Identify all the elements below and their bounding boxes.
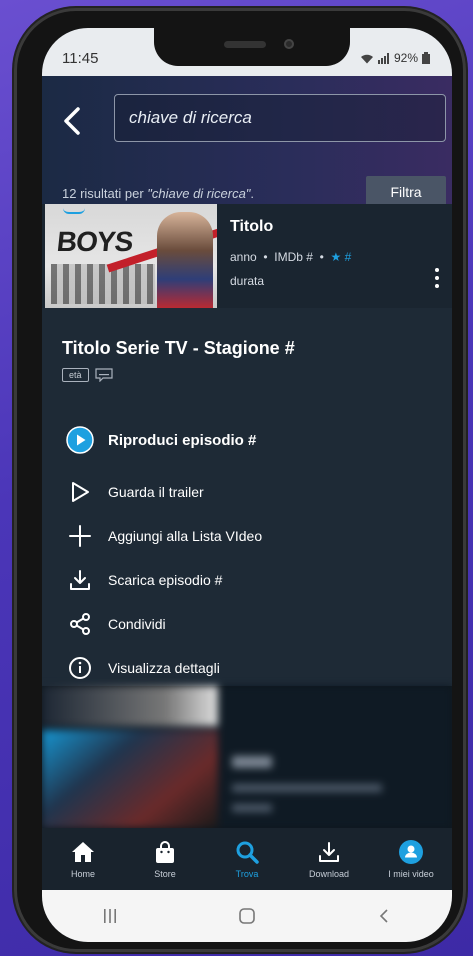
results-suffix: . [250,186,255,201]
back-chevron-icon [379,909,388,923]
tab-home-label: Home [70,869,95,879]
series-title: Titolo Serie TV - Stagione # [62,338,295,358]
share-icon [66,610,94,638]
view-details-button[interactable]: Visualizza dettagli [66,654,220,682]
play-circle-icon [66,426,94,454]
view-details-label: Visualizza dettagli [108,660,220,676]
tab-store[interactable]: Store [124,828,206,890]
download-episode-button[interactable]: Scarica episodio # [66,566,222,594]
thumbnail-logo-text: BOYS [55,226,135,257]
prime-smile-icon [63,208,85,214]
blurred-result-card [42,686,452,828]
meta-dot: • [316,250,328,264]
thumbnail-hero-figure [157,212,213,308]
share-button[interactable]: Condividi [66,610,166,638]
tab-download[interactable]: Download [288,828,370,890]
front-camera [284,39,294,49]
download-icon [66,566,94,594]
battery-percent: 92% [393,51,418,65]
results-count-text: 12 risultati per [62,186,148,201]
tab-home[interactable]: Home [42,828,124,890]
blurred-meta [232,784,382,792]
result-card[interactable]: BOYS Titolo anno • IMDb # • ★ # durata [42,204,452,308]
results-summary: 12 risultati per "chiave di ricerca". [62,186,254,201]
subtitles-icon [94,368,113,382]
results-query-text: "chiave di ricerca" [147,186,251,201]
phone-frame: 11:45 92% 12 risultati per "chiave di ri… [14,8,466,952]
play-episode-label: Riproduci episodio # [108,431,257,449]
add-to-watchlist-button[interactable]: Aggiungi alla Lista VIdeo [66,522,262,550]
more-options-button[interactable] [432,268,442,294]
result-rating: ★ # [330,250,352,264]
result-duration: durata [230,274,265,288]
back-button[interactable] [60,106,86,136]
battery-icon [422,52,430,64]
speaker-grille [224,41,266,48]
watch-trailer-label: Guarda il trailer [108,484,204,500]
tab-download-label: Download [308,869,350,879]
kebab-dot [435,284,439,288]
status-time: 11:45 [62,50,99,67]
tab-search[interactable]: Trova [206,828,288,890]
back-system-button[interactable] [364,901,404,931]
result-year: anno [230,250,257,264]
store-bag-icon [154,839,176,865]
recent-apps-icon [104,909,117,923]
plus-icon [66,522,94,550]
profile-icon [398,839,424,865]
blurred-duration [232,804,272,812]
result-title: Titolo [230,218,274,235]
tab-store-label: Store [154,869,176,879]
download-episode-label: Scarica episodio # [108,572,223,588]
search-box[interactable] [114,94,446,142]
signal-icon [377,52,389,64]
search-icon [235,839,259,865]
result-thumbnail[interactable]: BOYS [45,204,217,308]
tab-search-label: Trova [235,869,259,879]
share-label: Condividi [108,616,166,632]
home-circle-icon [239,908,255,924]
add-to-watchlist-label: Aggiungi alla Lista VIdeo [108,528,263,544]
chevron-left-icon [64,107,80,135]
blurred-thumbnail [42,730,218,828]
search-header: 12 risultati per "chiave di ricerca". Fi… [42,76,452,208]
result-meta: anno • IMDb # • ★ # [230,250,351,264]
wifi-icon [360,54,373,63]
bottom-tab-bar: Home Store Trova Download I miei video [42,828,452,890]
search-input[interactable] [115,95,445,141]
download-icon [317,839,341,865]
play-episode-button[interactable]: Riproduci episodio # [66,426,256,454]
options-panel: Titolo Serie TV - Stagione # età Riprodu… [42,308,452,686]
meta-dot: • [260,250,271,264]
kebab-dot [435,276,439,280]
recent-apps-button[interactable] [90,901,130,931]
tab-my-videos-label: I miei video [388,869,434,879]
thumbnail-crowd [51,264,155,304]
kebab-dot [435,268,439,272]
home-icon [71,839,95,865]
badges-row: età [62,368,113,382]
app-screen: 11:45 92% 12 risultati per "chiave di ri… [42,28,452,942]
status-icons: 92% [360,51,430,65]
camera-notch [154,28,350,66]
android-nav-bar [42,890,452,942]
blurred-title [232,756,272,768]
home-system-button[interactable] [227,901,267,931]
info-icon [66,654,94,682]
blurred-thumbnail-top [42,686,218,726]
age-rating-badge: età [62,368,89,382]
result-imdb: IMDb # [274,250,313,264]
play-outline-icon [66,478,94,506]
tab-my-videos[interactable]: I miei video [370,828,452,890]
watch-trailer-button[interactable]: Guarda il trailer [66,478,204,506]
